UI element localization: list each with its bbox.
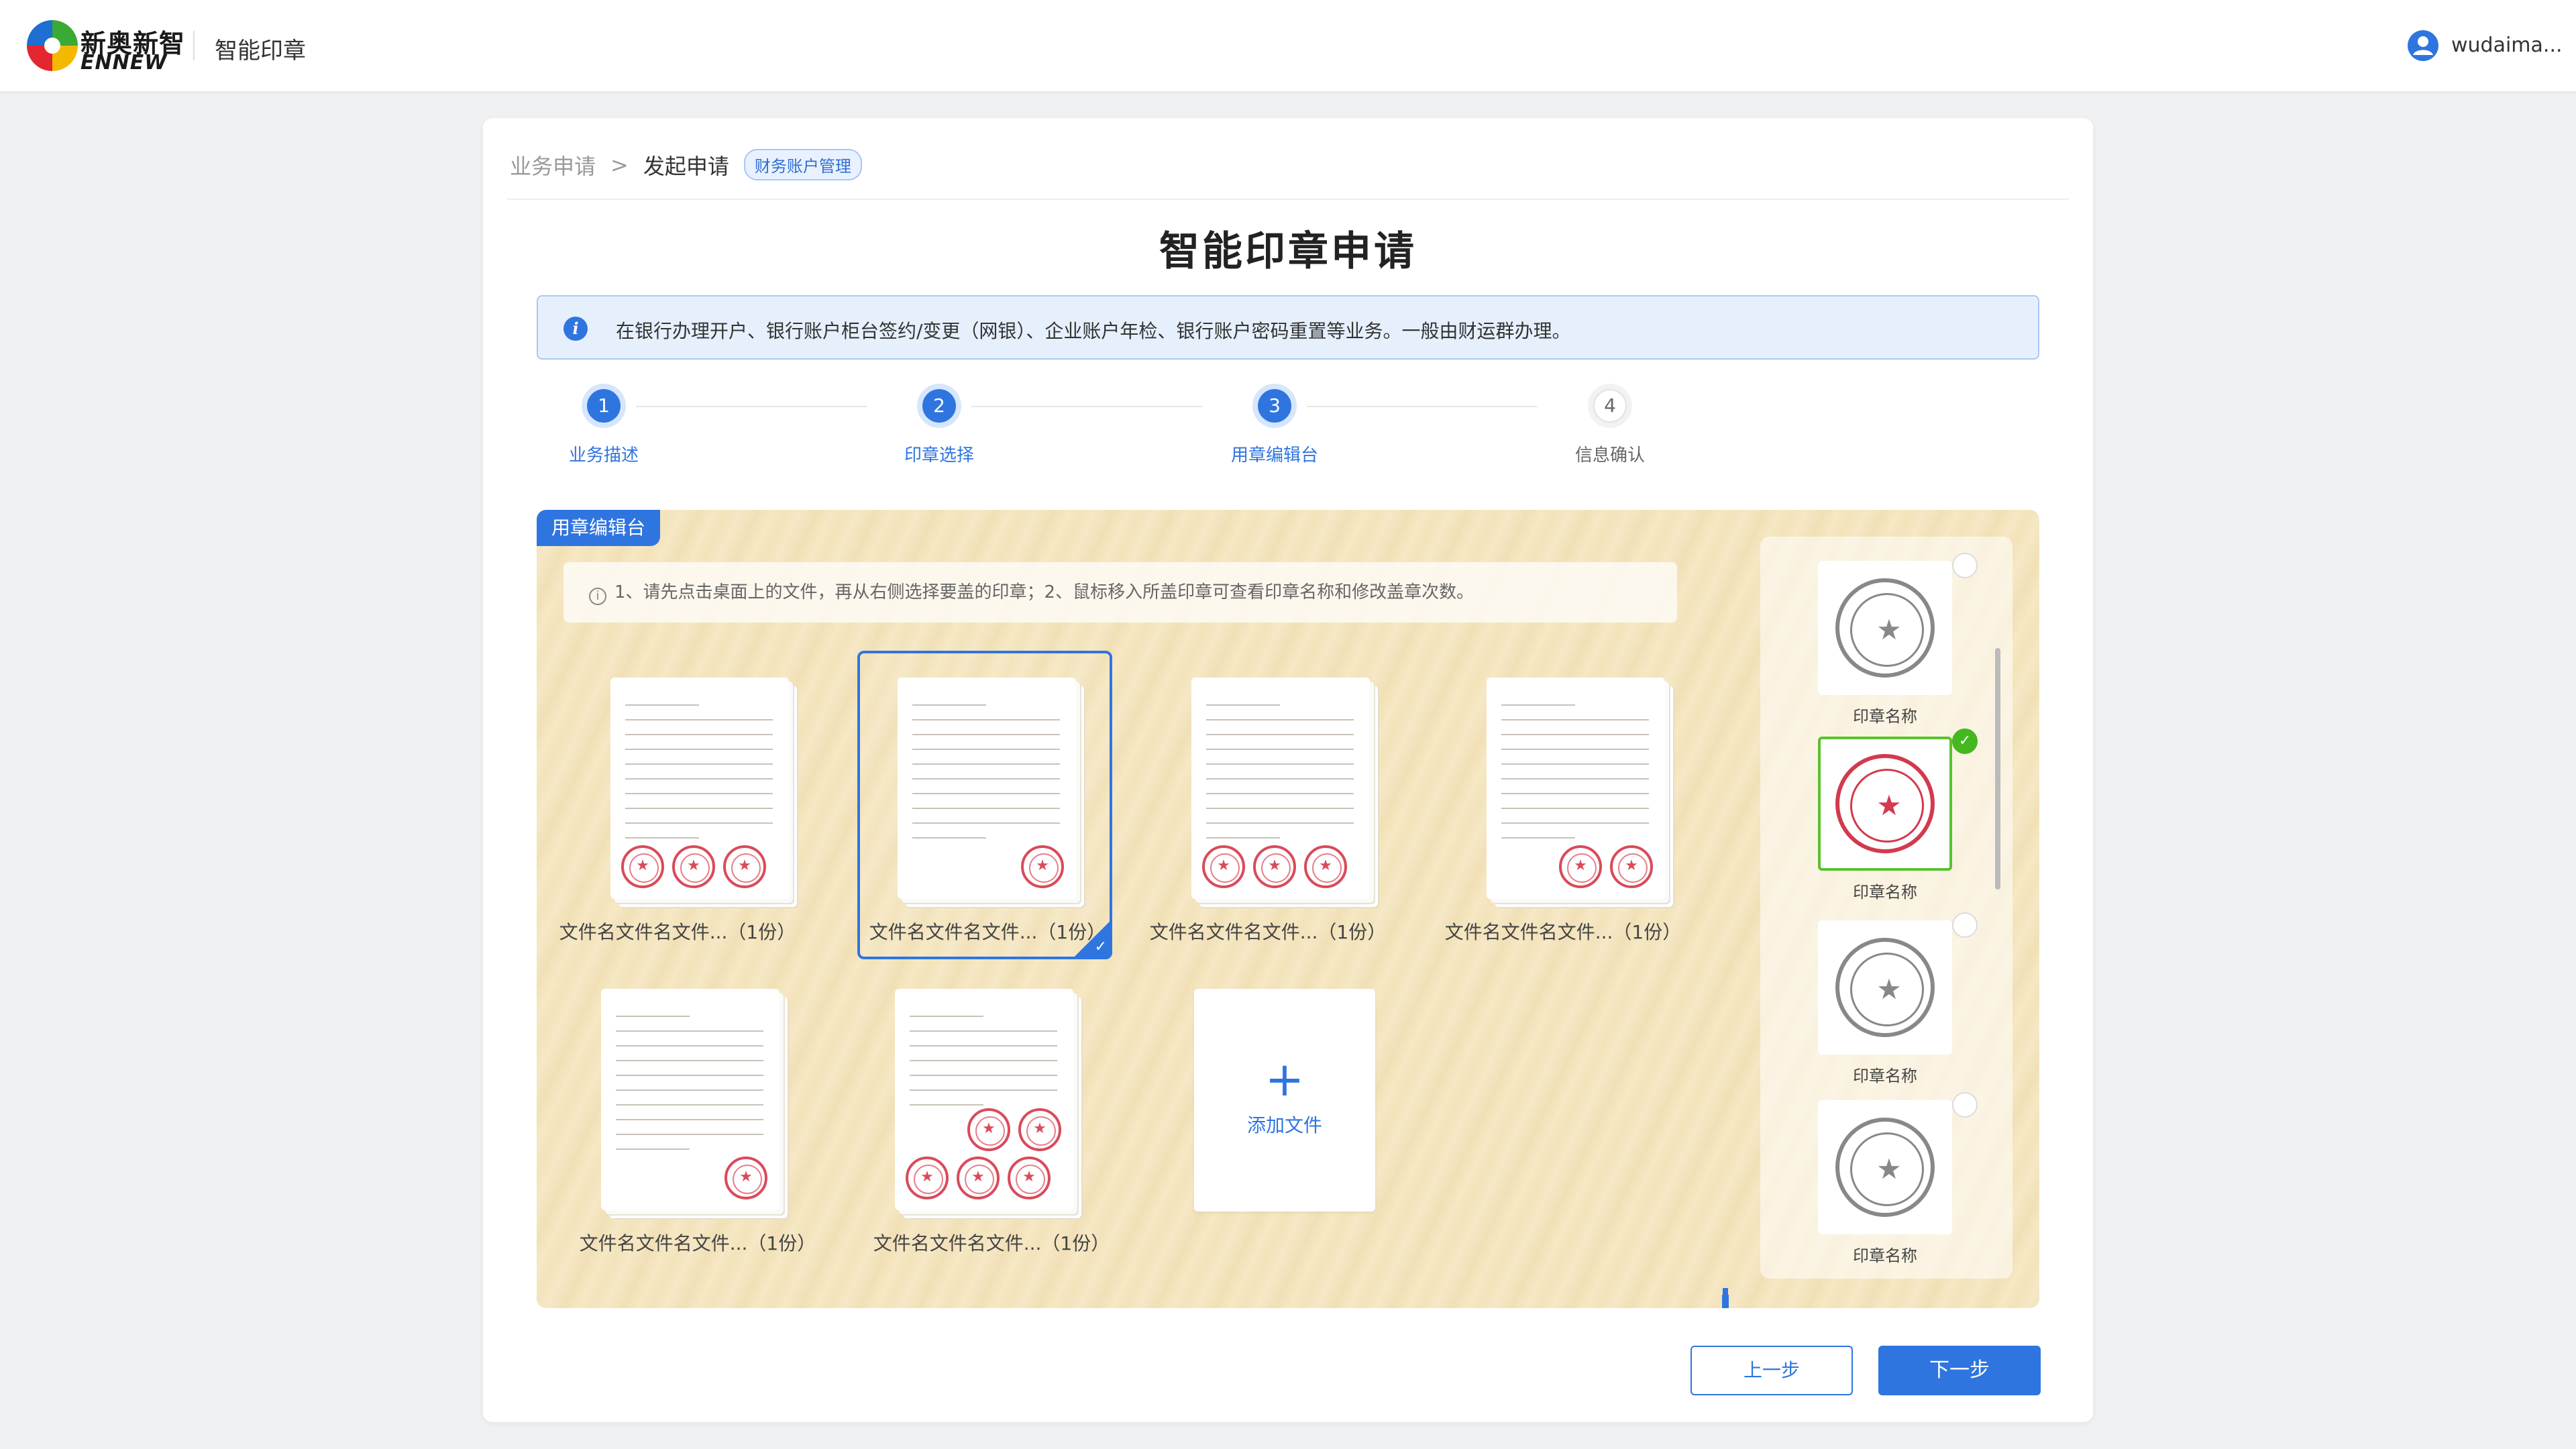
document-sheet: ★ ★ ★ bbox=[610, 678, 789, 899]
file-card[interactable]: ★ ★ 文件名文件名文件...（1份） bbox=[1436, 651, 1690, 959]
category-tag: 财务账户管理 bbox=[743, 149, 862, 180]
seal-radio[interactable] bbox=[1952, 912, 1978, 938]
seal-option[interactable]: ★ 印章名称 bbox=[1818, 1092, 1978, 1265]
seal-icon: ★ bbox=[1835, 1118, 1935, 1217]
file-card[interactable]: ★ ★ ★ ★ ★ 文件名文件名文件...（1份） bbox=[864, 962, 1119, 1271]
stamp-icon: ★ bbox=[1018, 1108, 1061, 1151]
stamp-icon: ★ bbox=[621, 845, 664, 888]
workbench-tip: i 1、请先点击桌面上的文件，再从右侧选择要盖的印章；2、鼠标移入所盖印章可查看印… bbox=[564, 562, 1677, 623]
file-caption: 文件名文件名文件...（1份） bbox=[579, 1232, 816, 1254]
step-1[interactable]: 1 业务描述 bbox=[537, 384, 671, 466]
seal-option[interactable]: ★ 印章名称 bbox=[1818, 912, 1978, 1085]
check-icon[interactable]: ✓ bbox=[1952, 729, 1978, 754]
user-name[interactable]: wudaima... bbox=[2451, 34, 2563, 57]
file-card[interactable]: ★ ★ ★ 文件名文件名文件...（1份） bbox=[550, 651, 805, 959]
seal-option[interactable]: ★ 印章名称 bbox=[1818, 553, 1978, 726]
plus-icon: + bbox=[1265, 1052, 1305, 1107]
breadcrumb-divider bbox=[507, 199, 2069, 200]
top-header: 新奥新智 ENNEW 智能印章 wudaima... bbox=[0, 0, 2576, 91]
stamp-icon: ★ bbox=[1559, 845, 1602, 888]
application-card: 业务申请 > 发起申请 财务账户管理 智能印章申请 i 在银行办理开户、银行账户… bbox=[483, 118, 2093, 1422]
step-3[interactable]: 3 用章编辑台 bbox=[1208, 384, 1342, 466]
seal-icon: ★ bbox=[1835, 754, 1935, 853]
seal-icon: ★ bbox=[1835, 578, 1935, 678]
step-number: 1 bbox=[587, 389, 621, 423]
stamp-icon: ★ bbox=[672, 845, 715, 888]
stamp-icon: ★ bbox=[1021, 845, 1064, 888]
seal-name: 印章名称 bbox=[1853, 1246, 1917, 1265]
document-sheet: ★ ★ ★ ★ ★ bbox=[895, 989, 1073, 1210]
seal-name: 印章名称 bbox=[1853, 1067, 1917, 1085]
stamp-icon: ★ bbox=[967, 1108, 1010, 1151]
previous-step-button[interactable]: 上一步 bbox=[1690, 1346, 1853, 1395]
user-avatar-icon[interactable] bbox=[2407, 30, 2439, 62]
seal-radio[interactable] bbox=[1952, 553, 1978, 578]
next-step-button[interactable]: 下一步 bbox=[1878, 1346, 2041, 1395]
step-label: 印章选择 bbox=[904, 445, 974, 466]
stamp-icon: ★ bbox=[906, 1157, 949, 1199]
seal-picker-panel: ★ 印章名称 ★ ✓ 印章名称 ★ 印章名称 ★ 印章名称 bbox=[1760, 537, 2012, 1279]
breadcrumb-separator: > bbox=[610, 152, 629, 178]
breadcrumb: 业务申请 > 发起申请 财务账户管理 bbox=[510, 149, 862, 180]
notice-text: 在银行办理开户、银行账户柜台签约/变更（网银）、企业账户年检、银行账户密码重置等… bbox=[616, 320, 1571, 342]
ennew-logo-icon[interactable] bbox=[25, 19, 79, 72]
seal-name: 印章名称 bbox=[1853, 707, 1917, 726]
header-divider bbox=[193, 31, 195, 60]
document-sheet: ★ bbox=[601, 989, 780, 1210]
step-progress: 1 业务描述 2 印章选择 3 用章编辑台 4 信息确认 bbox=[537, 384, 2039, 466]
step-label: 业务描述 bbox=[568, 445, 639, 466]
breadcrumb-parent[interactable]: 业务申请 bbox=[510, 150, 596, 180]
stamp-icon: ★ bbox=[1610, 845, 1653, 888]
stamp-icon: ★ bbox=[957, 1157, 1000, 1199]
seal-option-selected[interactable]: ★ ✓ 印章名称 bbox=[1818, 729, 1978, 902]
breadcrumb-current: 发起申请 bbox=[643, 153, 729, 179]
notice-banner: i 在银行办理开户、银行账户柜台签约/变更（网银）、企业账户年检、银行账户密码重… bbox=[537, 295, 2039, 360]
file-caption: 文件名文件名文件...（1份） bbox=[873, 1232, 1110, 1254]
step-number: 2 bbox=[922, 389, 956, 423]
document-sheet: ★ ★ ★ bbox=[1191, 678, 1370, 899]
file-card-selected[interactable]: ★ 文件名文件名文件...（1份） ✓ bbox=[857, 651, 1112, 959]
file-card[interactable]: ★ ★ ★ 文件名文件名文件...（1份） bbox=[1140, 651, 1395, 959]
seal-name: 印章名称 bbox=[1853, 883, 1917, 902]
document-sheet: ★ ★ bbox=[1487, 678, 1665, 899]
selected-check-icon: ✓ bbox=[1072, 919, 1112, 959]
add-file-label: 添加文件 bbox=[1246, 1114, 1322, 1136]
file-caption: 文件名文件名文件...（1份） bbox=[1444, 921, 1682, 943]
workbench-tag: 用章编辑台 bbox=[537, 510, 661, 546]
step-2[interactable]: 2 印章选择 bbox=[872, 384, 1006, 466]
file-card[interactable]: ★ 文件名文件名文件...（1份） bbox=[570, 962, 825, 1271]
seal-panel-scrollbar[interactable] bbox=[1995, 648, 2000, 890]
app-title: 智能印章 bbox=[215, 38, 306, 64]
seal-workbench: 用章编辑台 i 1、请先点击桌面上的文件，再从右侧选择要盖的印章；2、鼠标移入所盖… bbox=[537, 510, 2039, 1308]
stamp-icon: ★ bbox=[1202, 845, 1245, 888]
stamp-icon: ★ bbox=[723, 845, 766, 888]
info-icon: i bbox=[564, 317, 588, 341]
step-label: 用章编辑台 bbox=[1230, 445, 1318, 466]
add-file-button[interactable]: + 添加文件 bbox=[1194, 989, 1375, 1212]
page-title: 智能印章申请 bbox=[1159, 228, 1417, 275]
step-number: 4 bbox=[1593, 389, 1627, 423]
stamp-icon: ★ bbox=[1304, 845, 1347, 888]
file-caption: 文件名文件名文件...（1份） bbox=[1149, 921, 1387, 943]
tip-info-icon: i bbox=[589, 588, 606, 605]
step-4[interactable]: 4 信息确认 bbox=[1543, 384, 1677, 466]
step-label: 信息确认 bbox=[1574, 445, 1645, 466]
brand-name-en: ENNEW bbox=[80, 51, 168, 74]
stamp-icon: ★ bbox=[1253, 845, 1296, 888]
file-caption: 文件名文件名文件...（1份） bbox=[559, 921, 796, 943]
step-number: 3 bbox=[1258, 389, 1291, 423]
pen-icon bbox=[1722, 1288, 1729, 1308]
tip-text: 1、请先点击桌面上的文件，再从右侧选择要盖的印章；2、鼠标移入所盖印章可查看印章… bbox=[614, 582, 1474, 602]
seal-radio[interactable] bbox=[1952, 1092, 1978, 1118]
stamp-icon: ★ bbox=[1008, 1157, 1051, 1199]
stamp-icon: ★ bbox=[724, 1157, 767, 1199]
seal-icon: ★ bbox=[1835, 938, 1935, 1037]
document-sheet: ★ bbox=[898, 678, 1076, 899]
